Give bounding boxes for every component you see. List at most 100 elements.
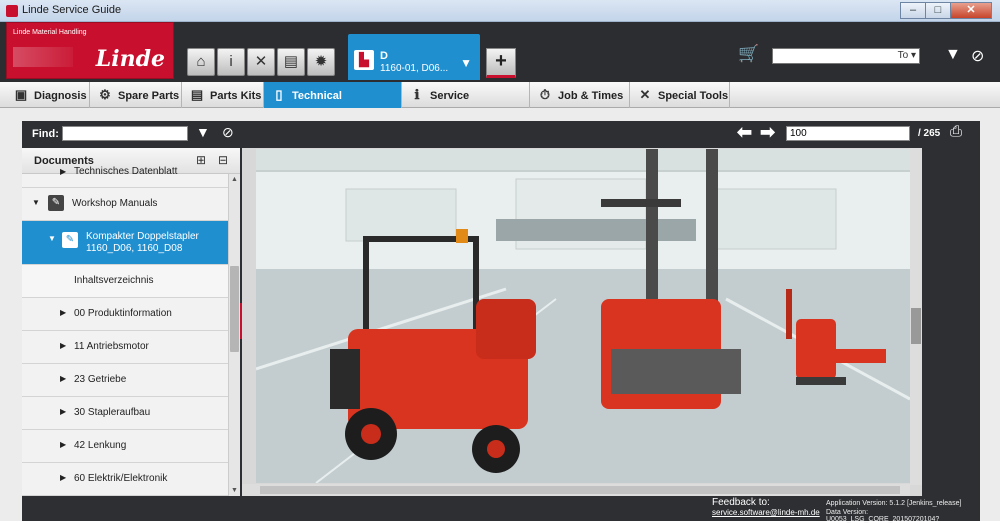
- home-icon[interactable]: ⌂: [187, 48, 215, 76]
- cart-icon[interactable]: 🛒: [738, 44, 759, 64]
- next-page-icon[interactable]: ➡: [760, 122, 775, 143]
- tree-item[interactable]: ▶ 23 Getriebe: [22, 364, 228, 397]
- tree-item-label-group: Kompakter Doppelstapler 1160_D06, 1160_D…: [86, 231, 199, 255]
- tab-spare-parts[interactable]: ⚙ Spare Parts: [90, 82, 182, 108]
- brand-subtitle: Linde Material Handling: [13, 29, 87, 36]
- manual-icon: ✎: [48, 195, 64, 211]
- tab-label: Diagnosis: [34, 90, 87, 102]
- scroll-down-icon[interactable]: ▼: [231, 487, 238, 494]
- filter-clear-icon[interactable]: ⊘: [971, 46, 984, 66]
- brand-graphic: [13, 47, 73, 67]
- collapse-arrow-icon[interactable]: ▼: [32, 198, 40, 207]
- tree-item-label: 42 Lenkung: [74, 440, 127, 451]
- feedback-email-link[interactable]: service.software@linde-mh.de: [712, 508, 820, 517]
- filter-icon[interactable]: ▼: [945, 46, 961, 64]
- expand-arrow-icon[interactable]: ▶: [60, 341, 66, 350]
- tree-item[interactable]: ▼ ✎ Workshop Manuals: [22, 188, 228, 221]
- expand-arrow-icon[interactable]: ▶: [60, 473, 66, 482]
- tree-item[interactable]: ▶ 42 Lenkung: [22, 430, 228, 463]
- tree-item[interactable]: ▶ Technisches Datenblatt: [22, 162, 228, 188]
- tree-item[interactable]: ▶ 60 Elektrik/Elektronik: [22, 463, 228, 496]
- add-vehicle-tab-button[interactable]: +: [486, 48, 516, 78]
- tab-label: Job & Times: [558, 90, 624, 102]
- documents-tree-panel: Documents ⊞ ⊟ ▶ Technisches Datenblatt ▼…: [22, 148, 240, 496]
- forklifts-illustration: [255, 149, 911, 484]
- tab-label: Special Tools: [658, 90, 729, 102]
- tree-item-label: Kompakter Doppelstapler: [86, 231, 199, 242]
- vehicle-filter-icon[interactable]: ▼: [460, 56, 472, 70]
- previous-page-icon[interactable]: ⬅: [737, 122, 752, 143]
- viewer-horizontal-scrollbar[interactable]: [242, 484, 910, 496]
- window-title: Linde Service Guide: [22, 4, 122, 16]
- document-image: [255, 149, 911, 484]
- tab-parts-kits[interactable]: ▤ Parts Kits: [182, 82, 264, 108]
- tree-item[interactable]: Inhaltsverzeichnis: [22, 265, 228, 298]
- viewer-vertical-thumb[interactable]: [911, 308, 921, 344]
- tab-job-times[interactable]: ⏱ Job & Times: [530, 82, 630, 108]
- tree-item-label: 30 Stapleraufbau: [74, 407, 151, 418]
- page-number-input[interactable]: [786, 126, 910, 141]
- special-tools-icon: ✕: [639, 87, 651, 102]
- tab-label: Parts Kits: [210, 90, 262, 102]
- tree-item-label: Workshop Manuals: [72, 198, 158, 209]
- diagnosis-icon: ▣: [14, 87, 28, 102]
- tree-item-label: 11 Antriebsmotor: [74, 341, 149, 352]
- collapse-arrow-icon[interactable]: ▼: [48, 234, 56, 243]
- find-label: Find:: [32, 128, 59, 140]
- tree-item[interactable]: ▶ 00 Produktinformation: [22, 298, 228, 331]
- tree-item[interactable]: ▶ 11 Antriebsmotor: [22, 331, 228, 364]
- tree-scrollbar[interactable]: ▲ ▼: [228, 174, 240, 496]
- tree-item-label: 00 Produktinformation: [74, 308, 172, 319]
- print-icon[interactable]: ⎙: [950, 123, 962, 140]
- expand-arrow-icon[interactable]: ▶: [60, 308, 66, 317]
- expand-arrow-icon[interactable]: ▶: [60, 440, 66, 449]
- service-info-icon: ℹ: [414, 87, 420, 102]
- tree-item-label: Inhaltsverzeichnis: [74, 275, 154, 286]
- header-search-input[interactable]: [773, 49, 885, 63]
- main-tab-bar: ▣ Diagnosis ⚙ Spare Parts ▤ Parts Kits ▯ Tec…: [0, 82, 1000, 128]
- tab-special-tools[interactable]: ✕ Special Tools: [630, 82, 730, 108]
- tree-item-label: Technisches Datenblatt: [74, 166, 178, 177]
- tab-technical-documents[interactable]: ▯Technical Documents: [264, 82, 402, 128]
- viewer-vertical-scrollbar[interactable]: [910, 148, 922, 485]
- window-titlebar: Linde Service Guide – □ ✕: [0, 0, 1000, 22]
- find-input[interactable]: [62, 126, 188, 141]
- tab-service-information[interactable]: ℹService Information: [402, 82, 530, 128]
- tree-item-selected[interactable]: ▼ ✎ Kompakter Doppelstapler 1160_D06, 11…: [22, 221, 228, 265]
- parts-kits-icon: ▤: [190, 87, 204, 102]
- vehicle-tab[interactable]: ▙ D 1160-01, D06... ▼: [348, 34, 480, 80]
- spare-parts-icon: ⚙: [99, 87, 111, 102]
- expand-arrow-icon[interactable]: ▶: [60, 374, 66, 383]
- expand-arrow-icon[interactable]: ▶: [60, 167, 66, 176]
- vehicle-code: D: [380, 50, 388, 62]
- gear-icon[interactable]: ✹: [307, 48, 335, 76]
- expand-arrow-icon[interactable]: ▶: [60, 407, 66, 416]
- tools-icon[interactable]: ✕: [247, 48, 275, 76]
- linde-logo: Linde: [95, 46, 165, 72]
- truck-icon[interactable]: ▤: [277, 48, 305, 76]
- application-version: Application Version: 5.1.2 [Jenkins_rele…: [826, 500, 962, 507]
- app-icon: [6, 5, 18, 17]
- header-search: To ▾: [772, 48, 920, 64]
- minimize-button[interactable]: –: [900, 2, 926, 19]
- info-icon[interactable]: i: [217, 48, 245, 76]
- search-scope-select[interactable]: To ▾: [898, 50, 916, 61]
- manual-icon: ✎: [62, 232, 78, 248]
- tree-list: ▶ Technisches Datenblatt ▼ ✎ Workshop Ma…: [22, 162, 228, 496]
- tree-item[interactable]: ▶ 30 Stapleraufbau: [22, 397, 228, 430]
- tab-label: Spare Parts: [118, 90, 180, 102]
- scroll-up-icon[interactable]: ▲: [231, 176, 238, 183]
- window-controls: – □ ✕: [900, 2, 992, 19]
- tree-scroll-thumb[interactable]: [230, 266, 239, 352]
- find-filter-icon[interactable]: ▼: [196, 124, 210, 140]
- viewer-horizontal-thumb[interactable]: [260, 486, 900, 494]
- close-button[interactable]: ✕: [950, 2, 992, 19]
- find-filter-clear-icon[interactable]: ⊘: [222, 124, 234, 141]
- tree-item-label: 23 Getriebe: [74, 374, 127, 385]
- maximize-button[interactable]: □: [925, 2, 951, 19]
- nav-icon-bar: ⌂ i ✕ ▤ ✹: [187, 48, 337, 76]
- brand-panel: Linde Material Handling Linde: [6, 22, 174, 79]
- tab-diagnosis[interactable]: ▣ Diagnosis: [6, 82, 90, 108]
- page-total: / 265: [918, 128, 941, 139]
- feedback-label: Feedback to:: [712, 497, 770, 508]
